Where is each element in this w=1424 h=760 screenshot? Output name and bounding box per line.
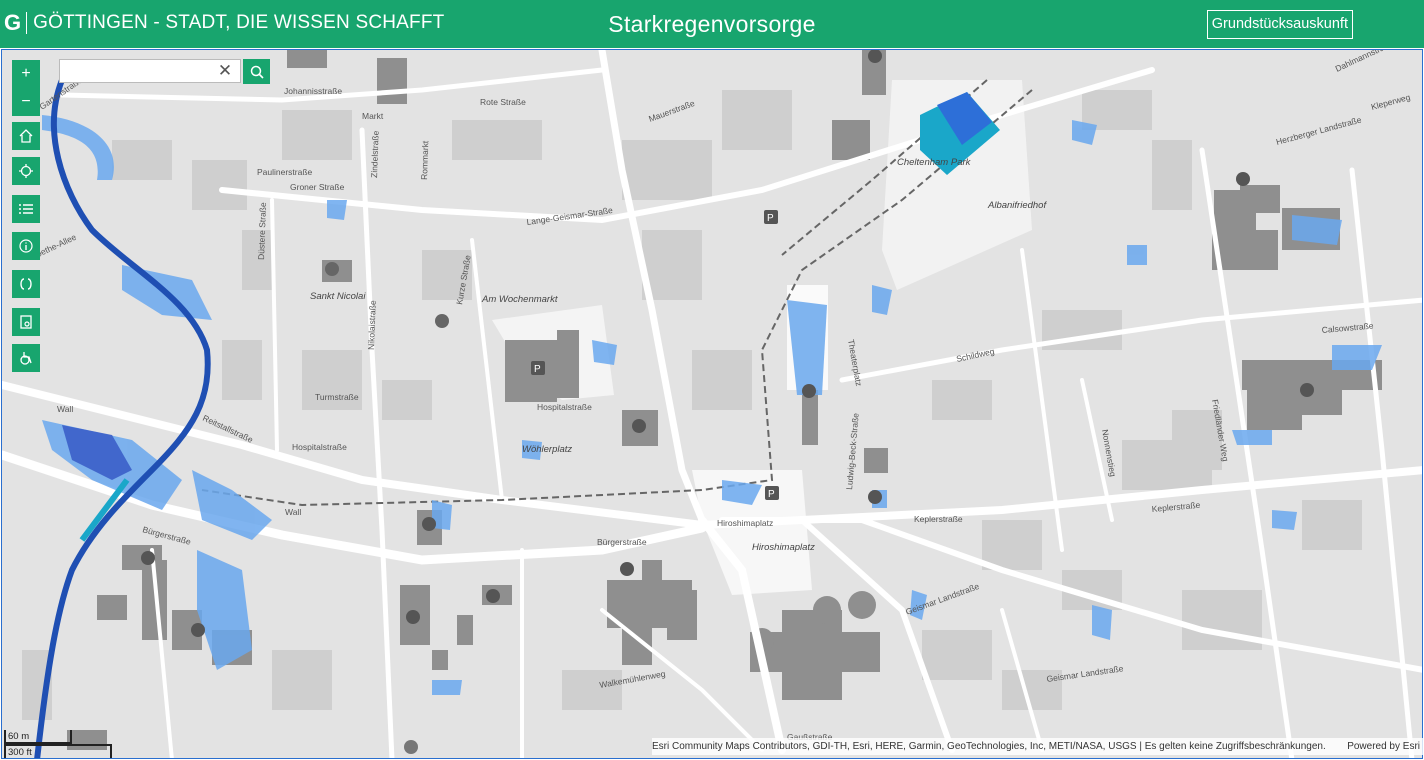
map-label-cheltenham-park: Cheltenham Park (897, 157, 972, 168)
home-button[interactable] (12, 122, 40, 150)
powered-by-esri[interactable]: Powered by Esri (1347, 738, 1420, 755)
home-icon (19, 129, 33, 143)
map-label-wall-2: Wall (285, 507, 301, 517)
map-attribution: Esri Community Maps Contributors, GDI-TH… (652, 738, 1424, 755)
map-view[interactable]: Rote Straße Johannisstraße Markt Pauline… (1, 49, 1423, 759)
map-label-wall: Wall (57, 404, 73, 414)
map-label-hospitalstrasse: Hospitalstraße (537, 402, 592, 412)
accessibility-button[interactable] (12, 344, 40, 372)
app-header: G GÖTTINGEN - STADT, DIE WISSEN SCHAFFT … (0, 0, 1424, 48)
swipe-icon (20, 278, 32, 290)
attribution-text: Esri Community Maps Contributors, GDI-TH… (652, 741, 1326, 752)
scale-bar: 60 m 300 ft (4, 730, 114, 758)
map-label-albanifriedhof: Albanifriedhof (987, 200, 1047, 211)
map-label-johannisstrasse: Johannisstraße (284, 86, 342, 96)
map-label-roter-strasse: Rote Straße (480, 97, 526, 107)
map-label-markt: Markt (362, 111, 384, 121)
locate-button[interactable] (12, 157, 40, 185)
svg-text:P: P (767, 213, 774, 224)
map-label-hiroshimaplatz-2: Hiroshimaplatz (717, 518, 773, 528)
zoom-out-button[interactable]: − (12, 88, 40, 116)
map-label-woehlerplatz: Wöhlerplatz (522, 444, 572, 455)
zoom-in-button[interactable]: + (12, 60, 40, 88)
svg-text:P: P (768, 489, 775, 500)
swipe-button[interactable] (12, 270, 40, 298)
map-canvas: Rote Straße Johannisstraße Markt Pauline… (2, 50, 1422, 758)
plus-icon: + (21, 65, 31, 82)
info-icon (19, 239, 33, 253)
scale-metric: 60 m (4, 730, 72, 744)
map-label-keplerstrasse: Keplerstraße (914, 514, 963, 524)
svg-text:P: P (534, 364, 541, 375)
map-label-am-wochenmarkt: Am Wochenmarkt (481, 294, 558, 305)
parcel-info-button[interactable]: Grundstücksauskunft (1206, 10, 1353, 39)
print-button[interactable] (12, 308, 40, 336)
map-label-turmstrasse: Turmstraße (315, 392, 359, 402)
map-label-groner-strasse: Groner Straße (290, 182, 345, 192)
map-label-sankt-nicolai: Sankt Nicolai (310, 291, 366, 302)
minus-icon: − (21, 93, 31, 110)
search-input[interactable] (59, 59, 241, 83)
map-label-duestere: Düstere Straße (256, 202, 268, 260)
map-label-buergerstrasse-2: Bürgerstraße (597, 537, 647, 547)
scale-imperial: 300 ft (4, 744, 112, 758)
search-icon (250, 65, 264, 79)
layer-list-button[interactable] (12, 195, 40, 223)
map-label-hiroshimaplatz: Hiroshimaplatz (752, 542, 815, 553)
map-label-rommarkt: Rommarkt (419, 140, 430, 180)
search-button[interactable] (243, 59, 270, 84)
map-label-hospitalstrasse-2: Hospitalstraße (292, 442, 347, 452)
list-icon (19, 204, 33, 214)
wheelchair-icon (20, 352, 32, 365)
clear-search-icon[interactable]: ✕ (216, 62, 234, 80)
locate-icon (19, 164, 33, 178)
map-label-zindelstrasse: Zindelstraße (369, 130, 381, 178)
print-icon (20, 315, 32, 329)
map-label-paulinerstrasse: Paulinerstraße (257, 167, 313, 177)
map-label-nikolaistrasse: Nikolaistraße (366, 300, 378, 350)
info-button[interactable] (12, 232, 40, 260)
